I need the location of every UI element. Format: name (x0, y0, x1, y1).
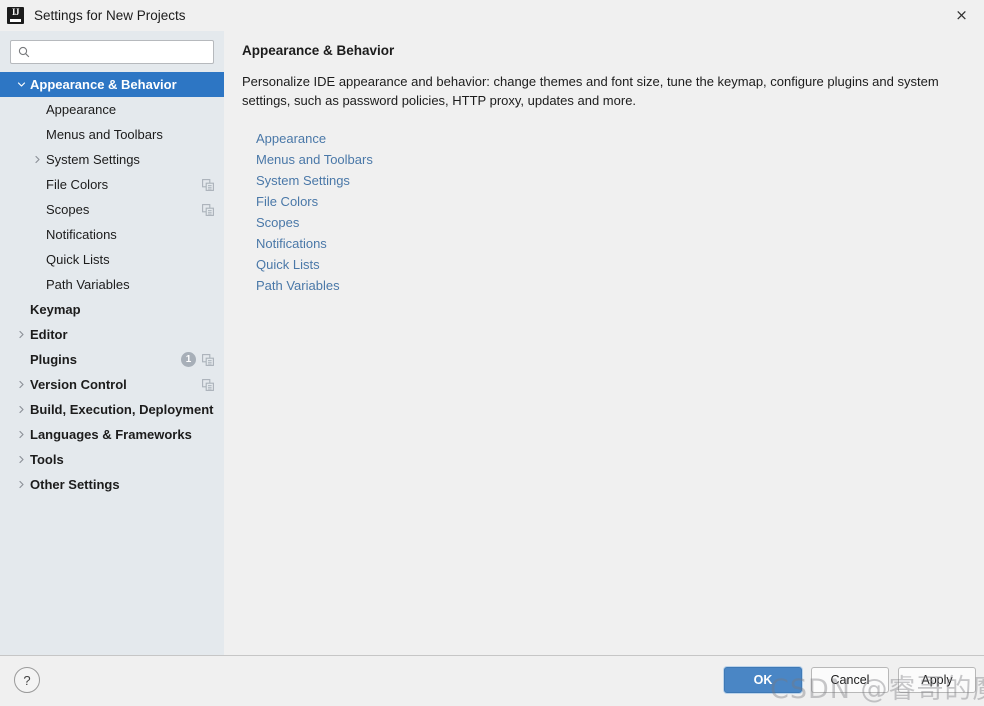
content-link-system-settings[interactable]: System Settings (256, 170, 350, 191)
content-link-appearance[interactable]: Appearance (256, 128, 326, 149)
sidebar-item-appearance-behavior[interactable]: Appearance & Behavior (0, 72, 224, 97)
window-title: Settings for New Projects (34, 8, 186, 23)
copy-icon (202, 353, 214, 366)
chevron-right-icon[interactable] (30, 147, 44, 172)
content-panel: Appearance & Behavior Personalize IDE ap… (224, 31, 984, 655)
sidebar-item-label: Appearance (46, 102, 117, 117)
copy-icon (202, 178, 214, 191)
sidebar-item-file-colors[interactable]: File Colors (0, 172, 224, 197)
content-link-path-variables[interactable]: Path Variables (256, 275, 340, 296)
search-box[interactable] (10, 40, 214, 64)
sidebar-item-menus-and-toolbars[interactable]: Menus and Toolbars (0, 122, 224, 147)
content-link-file-colors[interactable]: File Colors (256, 191, 318, 212)
cancel-button[interactable]: Cancel (811, 667, 889, 693)
sidebar-item-indicators (202, 378, 214, 391)
dialog-button-bar: ? OK Cancel Apply (0, 655, 984, 705)
chevron-right-icon[interactable] (14, 322, 28, 347)
chevron-right-icon[interactable] (14, 422, 28, 447)
search-icon (18, 46, 30, 58)
sidebar-item-label: Plugins (30, 352, 77, 367)
sidebar-item-label: Version Control (30, 377, 127, 392)
sidebar-item-languages-frameworks[interactable]: Languages & Frameworks (0, 422, 224, 447)
sidebar-item-notifications[interactable]: Notifications (0, 222, 224, 247)
sidebar-item-label: Quick Lists (46, 252, 110, 267)
sidebar-item-tools[interactable]: Tools (0, 447, 224, 472)
sidebar-item-quick-lists[interactable]: Quick Lists (0, 247, 224, 272)
copy-settings-icon[interactable] (202, 378, 214, 391)
help-button[interactable]: ? (14, 667, 40, 693)
sidebar-item-build-execution-deployment[interactable]: Build, Execution, Deployment (0, 397, 224, 422)
close-icon: × (955, 6, 968, 24)
sidebar-item-plugins[interactable]: Plugins 1 (0, 347, 224, 372)
sidebar-item-label: Scopes (46, 202, 90, 217)
sidebar-item-label: Menus and Toolbars (46, 127, 163, 142)
update-count-badge: 1 (181, 352, 196, 367)
sidebar-item-version-control[interactable]: Version Control (0, 372, 224, 397)
app-icon-underline (10, 19, 21, 22)
close-button[interactable]: × (939, 0, 984, 31)
chevron-right-icon[interactable] (14, 472, 28, 497)
settings-sidebar: Appearance & Behavior Appearance Menus and… (0, 31, 224, 655)
content-link-quick-lists[interactable]: Quick Lists (256, 254, 320, 275)
sidebar-item-editor[interactable]: Editor (0, 322, 224, 347)
search-input[interactable] (34, 45, 204, 59)
title-bar: IJ Settings for New Projects × (0, 0, 984, 31)
apply-button[interactable]: Apply (898, 667, 976, 693)
copy-icon (202, 378, 214, 391)
action-button-group: OK Cancel Apply (724, 667, 976, 693)
sidebar-item-label: Path Variables (46, 277, 130, 292)
sidebar-item-other-settings[interactable]: Other Settings (0, 472, 224, 497)
sidebar-item-label: System Settings (46, 152, 140, 167)
sidebar-item-label: File Colors (46, 177, 109, 192)
sidebar-item-keymap[interactable]: Keymap (0, 297, 224, 322)
content-link-notifications[interactable]: Notifications (256, 233, 327, 254)
sidebar-item-path-variables[interactable]: Path Variables (0, 272, 224, 297)
question-mark-icon: ? (23, 672, 31, 688)
content-link-scopes[interactable]: Scopes (256, 212, 299, 233)
search-container (0, 31, 224, 64)
sidebar-item-indicators (202, 178, 214, 191)
page-description: Personalize IDE appearance and behavior:… (242, 74, 939, 108)
sidebar-item-appearance[interactable]: Appearance (0, 97, 224, 122)
settings-tree: Appearance & Behavior Appearance Menus and… (0, 72, 224, 497)
ok-button[interactable]: OK (724, 667, 802, 693)
settings-link-list: Appearance Menus and Toolbars System Setti… (256, 128, 984, 296)
copy-settings-icon[interactable] (202, 178, 214, 191)
sidebar-item-system-settings[interactable]: System Settings (0, 147, 224, 172)
chevron-down-icon[interactable] (14, 72, 28, 97)
sidebar-item-label: Tools (30, 452, 64, 467)
sidebar-item-label: Other Settings (30, 477, 120, 492)
settings-dialog: IJ Settings for New Projects × Appearanc… (0, 0, 984, 705)
sidebar-item-label: Keymap (30, 302, 81, 317)
chevron-right-icon[interactable] (14, 397, 28, 422)
sidebar-item-label: Notifications (46, 227, 117, 242)
copy-icon (202, 203, 214, 216)
sidebar-item-label: Languages & Frameworks (30, 427, 192, 442)
sidebar-item-indicators (202, 203, 214, 216)
chevron-right-icon[interactable] (14, 447, 28, 472)
page-title: Appearance & Behavior (242, 43, 395, 58)
intellij-idea-icon: IJ (7, 7, 24, 24)
chevron-right-icon[interactable] (14, 372, 28, 397)
sidebar-item-label: Appearance & Behavior (30, 77, 177, 92)
app-icon-letters: IJ (11, 7, 20, 17)
sidebar-item-scopes[interactable]: Scopes (0, 197, 224, 222)
sidebar-item-label: Editor (30, 327, 68, 342)
copy-settings-icon[interactable] (202, 203, 214, 216)
copy-settings-icon[interactable] (202, 353, 214, 366)
sidebar-item-indicators: 1 (181, 352, 214, 367)
content-link-menus-and-toolbars[interactable]: Menus and Toolbars (256, 149, 373, 170)
sidebar-item-label: Build, Execution, Deployment (30, 402, 214, 417)
